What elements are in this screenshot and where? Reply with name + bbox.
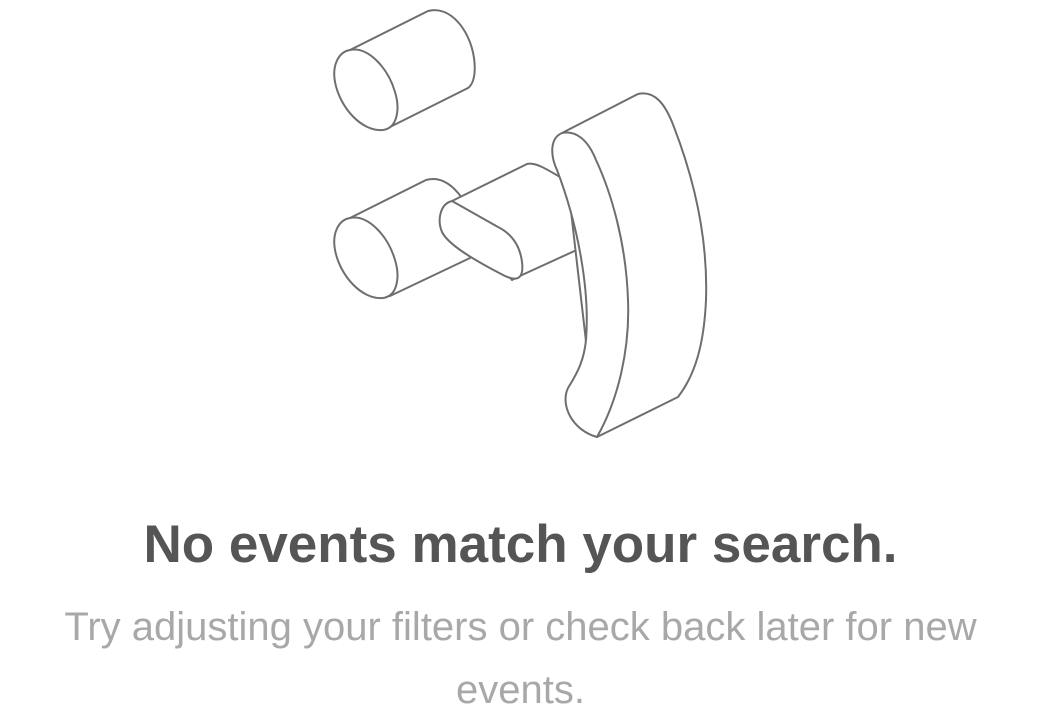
empty-state-illustration [333,9,708,438]
empty-state-message: Try adjusting your filters or check back… [64,605,977,712]
top-cylinder [333,9,476,132]
curved-panel [551,92,708,438]
empty-state-title: No events match your search. [143,515,898,574]
